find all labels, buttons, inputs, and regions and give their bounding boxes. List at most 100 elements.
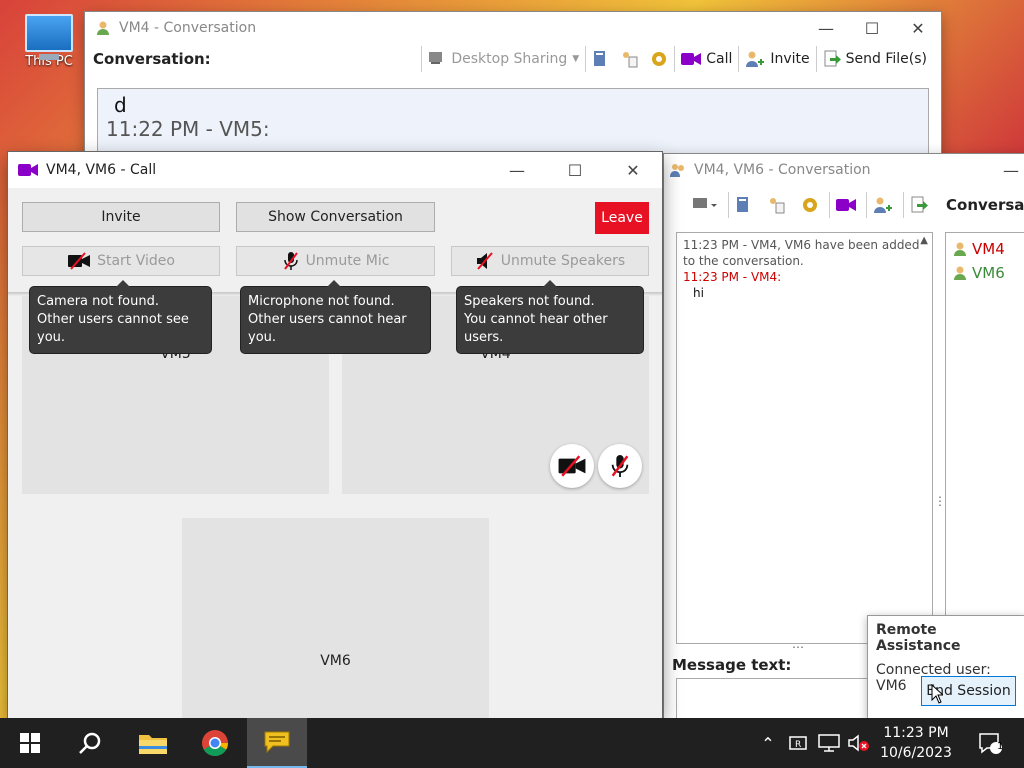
history-button[interactable] [728,192,757,218]
show-conversation-button[interactable]: Show Conversation [236,202,435,232]
start-button[interactable] [0,718,60,768]
file-explorer-button[interactable] [123,718,183,768]
network-icon [818,734,840,752]
chrome-button[interactable] [185,718,245,768]
add-users-icon [746,51,765,67]
send-file-icon [911,196,928,213]
send-files-button[interactable]: Send File(s) [815,46,933,72]
search-button[interactable] [60,718,120,768]
camera-not-found-tooltip: Camera not found. Other users cannot see… [29,280,212,354]
call-button[interactable] [829,192,862,218]
network-tray-icon[interactable] [816,718,842,768]
desktop-sharing-button[interactable] [686,192,724,218]
add-users-icon [874,197,892,213]
user-icon [954,242,966,256]
speaker-muted-icon [848,734,869,752]
send-files-button[interactable] [903,192,934,218]
settings-button[interactable] [644,46,674,72]
show-hidden-icons-button[interactable]: ⌃ [756,718,780,768]
search-icon [79,732,101,754]
leave-button[interactable]: Leave [595,202,649,234]
desktop-sharing-icon [429,52,443,64]
user-icon [954,266,966,280]
desktop-sharing-button[interactable]: Desktop Sharing ▼ [421,46,585,72]
participant-vm4[interactable]: VM4 [952,237,1024,261]
participant-vm6[interactable]: VM6 [952,261,1024,285]
gear-icon [803,198,817,212]
info-icon [770,198,785,214]
titlebar: VM4 - Conversation — ☐ ✕ [85,12,941,44]
remote-assistance-icon: R [789,736,807,750]
info-icon [623,52,638,68]
video-off-icon [558,455,586,477]
titlebar: VM4, VM6 - Conversation — [664,154,1024,186]
maximize-button[interactable]: ☐ [546,154,604,186]
titlebar: VM4, VM6 - Call — ☐ ✕ [8,152,662,188]
window-title: VM4 - Conversation [119,20,257,36]
chat-bubble-icon [264,731,290,754]
chrome-icon [202,730,229,757]
info-button[interactable] [614,46,644,72]
message-label: Message text: [672,656,792,674]
mic-off-icon [611,455,629,477]
taskbar: ⌃ R 11:23 PM 10/6/2023 1 [0,718,1024,768]
chat-log: 11:23 PM - VM4, VM6 have been added to t… [676,232,933,644]
window-title: VM4, VM6 - Call [46,162,157,178]
action-center-button[interactable]: 1 [968,718,1012,768]
maximize-button[interactable]: ☐ [849,12,895,44]
close-button[interactable]: ✕ [895,12,941,44]
call-window: VM4, VM6 - Call — ☐ ✕ Invite Show Conver… [8,152,662,718]
log-entry: 11:23 PM - VM4: [683,270,782,284]
participant-name: VM6 [320,653,351,669]
group-icon [670,164,684,177]
call-button[interactable]: Call [674,46,738,72]
video-off-indicator [550,444,594,488]
invite-button[interactable]: Invite [22,202,220,232]
message-input[interactable] [676,678,878,720]
speaker-off-icon [476,252,493,270]
participant-name: VM5 [160,346,191,362]
system-clock[interactable]: 11:23 PM 10/6/2023 [868,723,964,763]
notification-count: 1 [997,741,1004,752]
unmute-mic-button[interactable]: Unmute Mic [236,246,435,276]
remote-assistance-title: Remote Assistance [876,622,961,654]
conversation-toolbar: Conversat [664,186,1024,224]
svg-text:R: R [795,740,801,750]
unmute-speakers-button[interactable]: Unmute Speakers [451,246,649,276]
book-icon [737,197,748,212]
messenger-app-button[interactable] [247,718,307,768]
scroll-up-arrow[interactable]: ▲ [920,233,928,249]
video-camera-icon [681,53,702,65]
close-button[interactable]: ✕ [604,154,662,186]
mic-off-indicator [598,444,642,488]
log-entry: 11:23 PM - VM4, VM6 have been added to t… [683,238,920,268]
invite-button[interactable] [866,192,899,218]
clock-time: 11:23 PM [883,725,949,741]
log-line: 11:22 PM - VM5: [106,117,270,141]
info-button[interactable] [761,192,791,218]
minimize-button[interactable]: — [488,154,546,186]
windows-logo-icon [20,733,40,753]
minimize-button[interactable]: — [803,12,849,44]
window-title: VM4, VM6 - Conversation [694,162,871,178]
conversation-toolbar: Conversation: Desktop Sharing ▼ Call Inv… [85,44,941,74]
history-button[interactable] [585,46,614,72]
participants-heading: Conversat [946,196,1024,214]
this-pc-desktop-icon[interactable]: This PC [14,8,84,69]
video-camera-icon [18,164,38,176]
remote-assistance-tray-icon[interactable]: R [786,718,812,768]
conversation-label: Conversation: [93,50,211,68]
speakers-not-found-tooltip: Speakers not found. You cannot hear othe… [456,280,644,354]
participant-tile-vm6: VM6 [182,518,489,718]
computer-icon [25,14,73,60]
minimize-button[interactable]: — [988,154,1024,186]
desktop-sharing-icon [693,198,717,208]
resize-grip[interactable]: ⋯ [792,640,804,654]
invite-button[interactable]: Invite [738,46,815,72]
remote-assistance-panel: Remote Assistance Connected user: VM6 En… [867,615,1024,720]
start-video-button[interactable]: Start Video [22,246,220,276]
mouse-cursor-icon [931,684,943,704]
video-camera-icon [836,199,856,211]
settings-button[interactable] [795,192,825,218]
call-controls: Invite Show Conversation Leave Start Vid… [8,188,662,292]
